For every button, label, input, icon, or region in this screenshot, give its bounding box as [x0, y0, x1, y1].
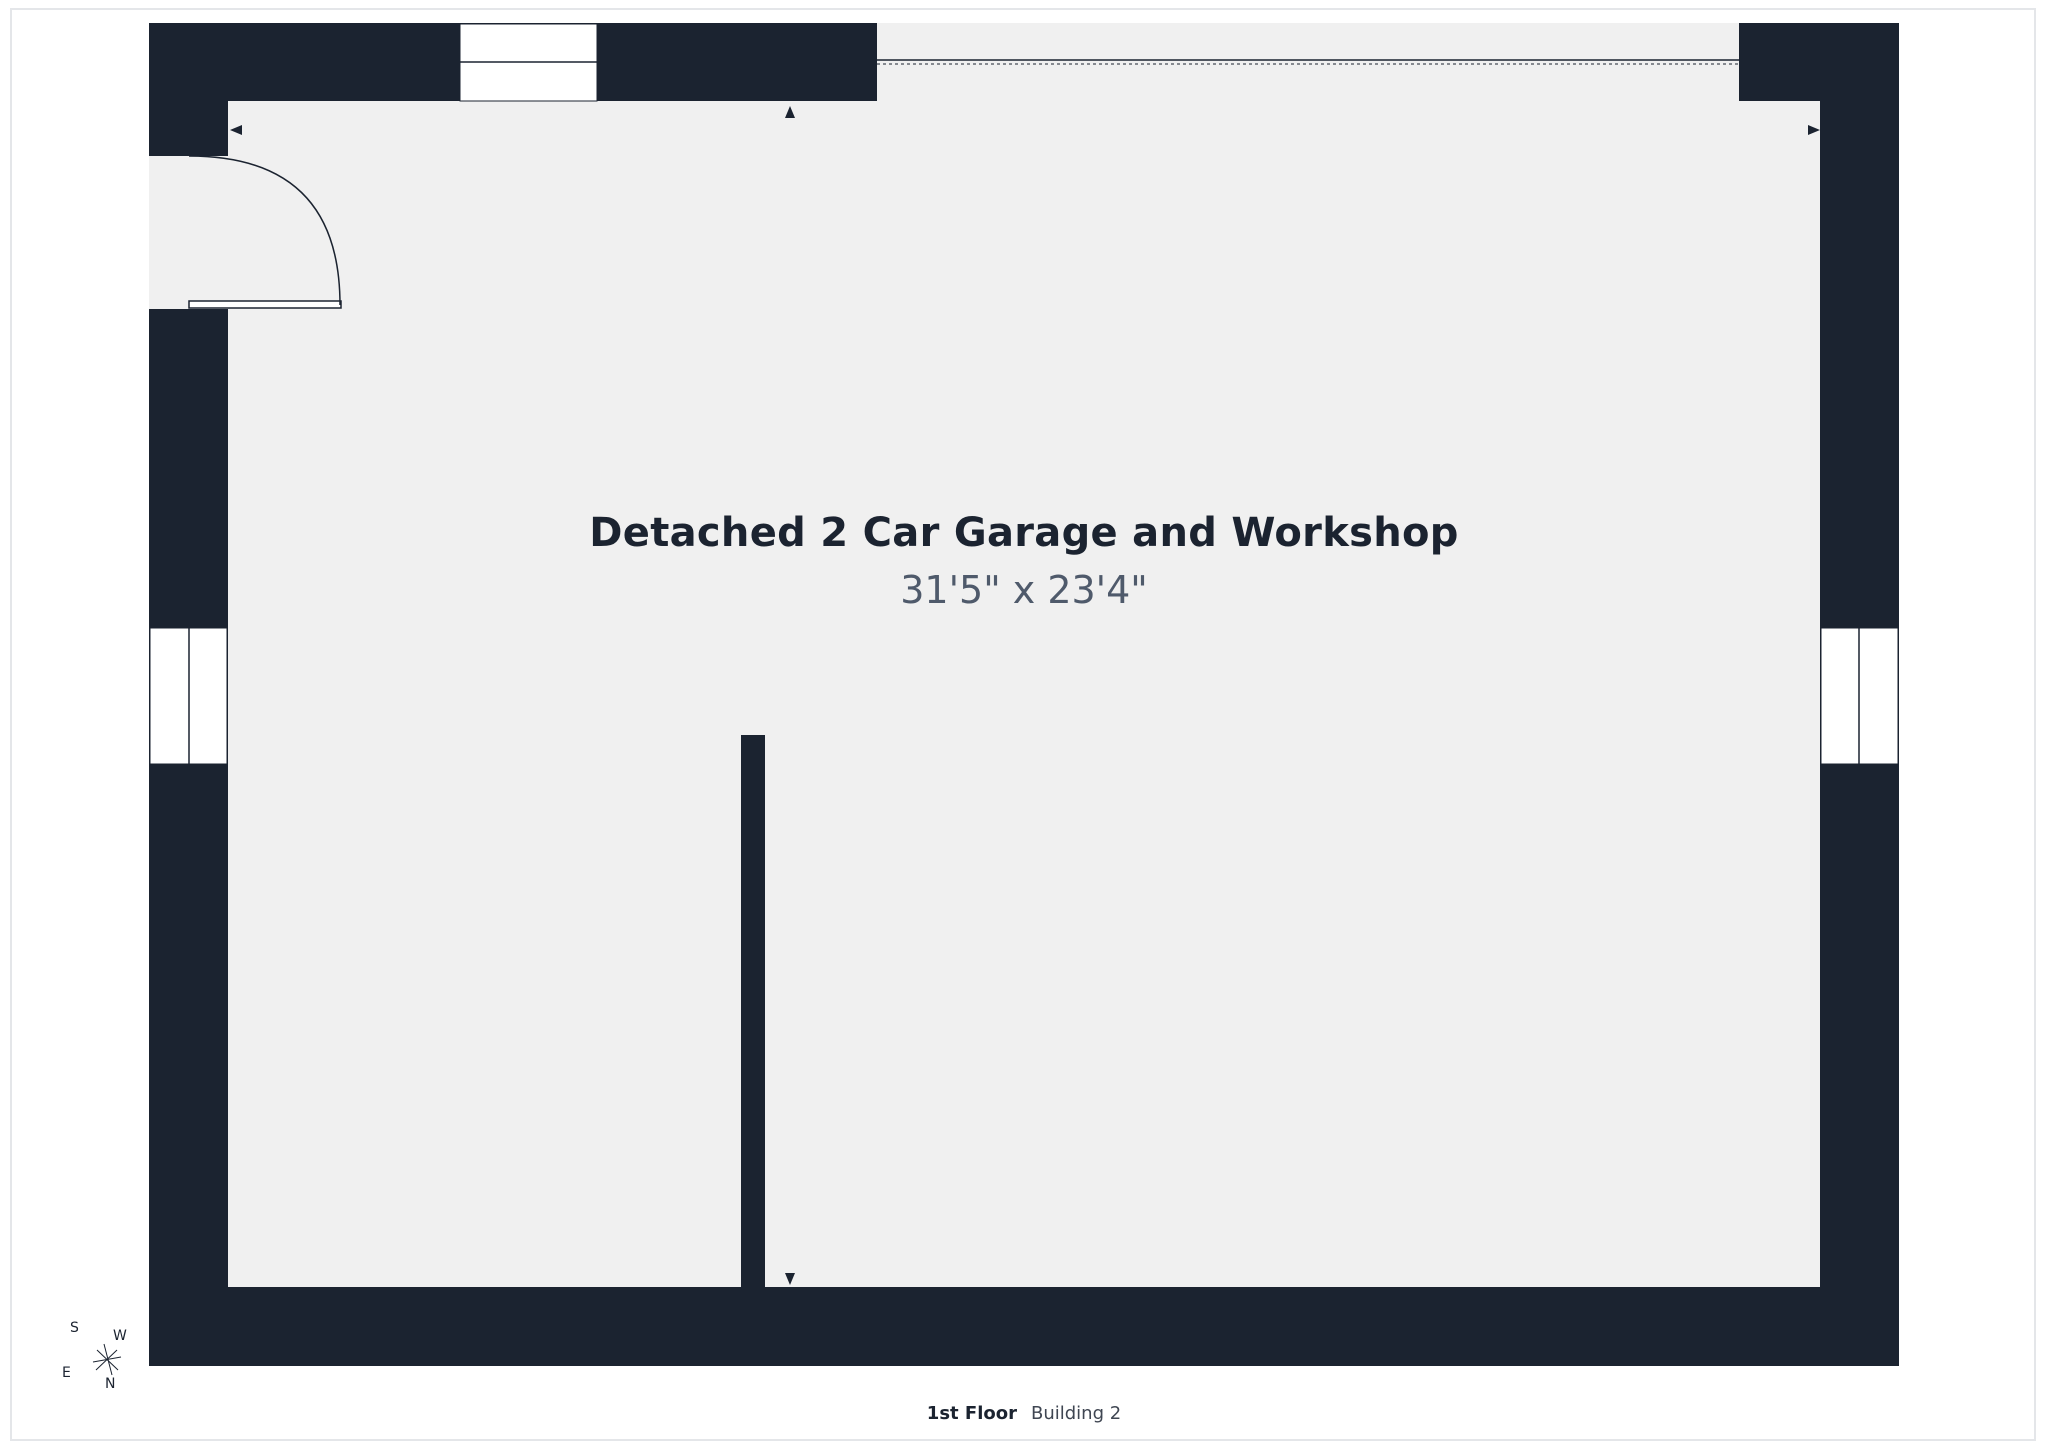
interior-partition-wall — [741, 735, 765, 1287]
footer: 1st Floor Building 2 — [0, 1403, 2048, 1424]
garage-door-opening — [877, 23, 1739, 102]
window-top — [459, 23, 598, 102]
compass-west: W — [113, 1328, 127, 1344]
window-right — [1820, 627, 1899, 765]
floor-plan — [149, 23, 1899, 1366]
floor-label: 1st Floor — [926, 1403, 1017, 1424]
room-name: Detached 2 Car Garage and Workshop — [589, 510, 1459, 556]
room-dimensions: 31'5" x 23'4" — [900, 568, 1148, 612]
compass-south: S — [70, 1320, 79, 1336]
compass-north: N — [105, 1376, 116, 1392]
room-floor[interactable] — [228, 101, 1820, 1287]
building-label: Building 2 — [1030, 1403, 1122, 1424]
compass-east: E — [62, 1365, 71, 1381]
window-left — [149, 627, 228, 765]
compass-rose-icon: S W E N — [60, 1320, 140, 1400]
